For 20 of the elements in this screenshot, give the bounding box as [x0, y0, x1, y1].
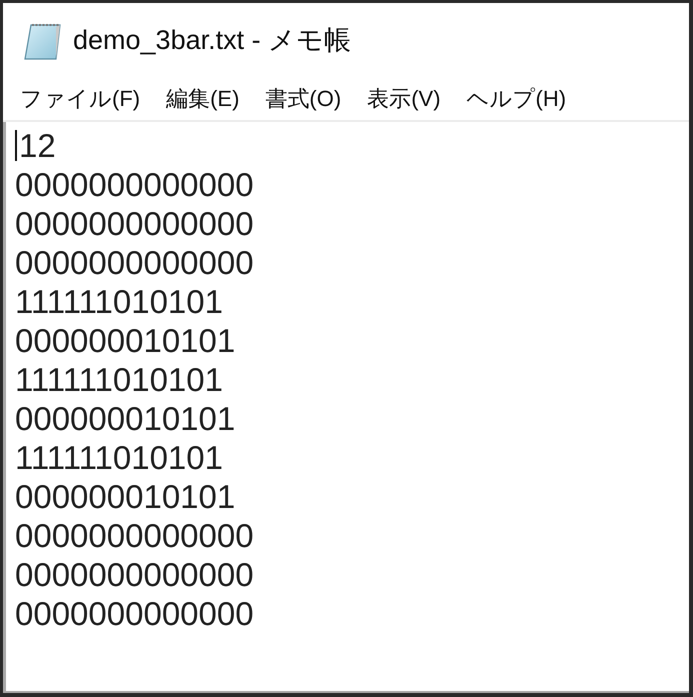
text-line: 111111010101	[15, 360, 223, 399]
menu-item[interactable]: 書式(O)	[263, 84, 344, 114]
text-line: 0000000000000	[15, 594, 254, 633]
text-line: 0000000000000	[15, 243, 254, 282]
text-line: 000000010101	[15, 399, 236, 438]
text-line: 111111010101	[15, 438, 223, 477]
text-editor-field[interactable]: 12 0000000000000 0000000000000 0000000000000 111111010101 000000010101 111111010101 000000010101 111111010101 000000010101 0000000000000 0000000000000 0000000000000	[3, 122, 689, 693]
window-title: demo_3bar.txt - メモ帳	[73, 24, 352, 57]
text-line: 0000000000000	[15, 555, 254, 594]
menu-item[interactable]: 表示(V)	[365, 84, 443, 114]
text-line: 0000000000000	[15, 165, 254, 204]
text-line: 0000000000000	[15, 516, 254, 555]
menu-item[interactable]: ヘルプ(H)	[464, 84, 568, 114]
text-line: 12	[19, 126, 56, 165]
text-line: 111111010101	[15, 282, 223, 321]
text-line: 000000010101	[15, 477, 236, 516]
text-line: 0000000000000	[15, 204, 254, 243]
menu-item[interactable]: ファイル(F)	[18, 84, 142, 114]
text-line: 000000010101	[15, 321, 236, 360]
menu-item[interactable]: 編集(E)	[164, 84, 242, 114]
